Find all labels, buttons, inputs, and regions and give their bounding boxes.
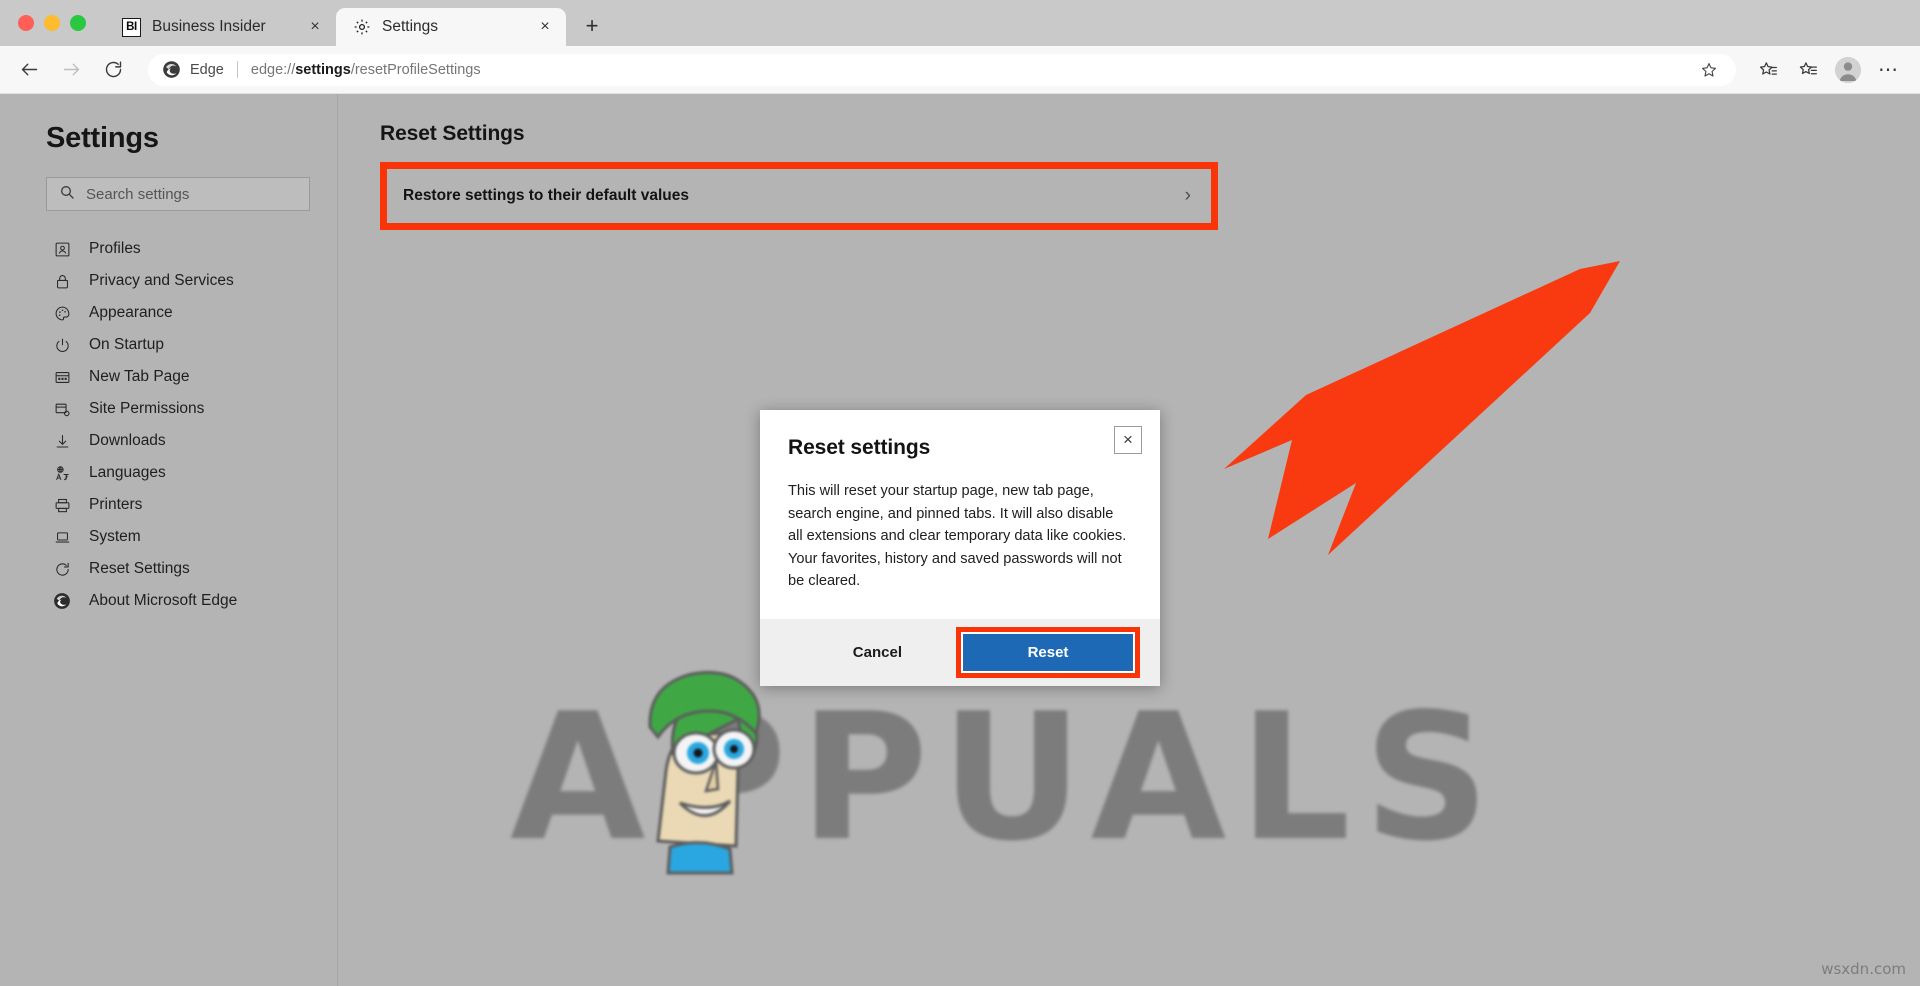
url-prefix: edge:// <box>250 61 296 78</box>
sidebar-title: Settings <box>46 122 159 154</box>
sidebar-item-label: About Microsoft Edge <box>89 592 238 609</box>
sidebar-item-printers[interactable]: Printers <box>0 489 337 521</box>
add-favorite-icon[interactable] <box>1696 57 1722 83</box>
palette-icon <box>52 303 72 323</box>
omnibox-separator <box>236 61 238 78</box>
close-icon[interactable]: × <box>1114 426 1142 454</box>
search-icon <box>59 184 75 205</box>
restore-settings-row[interactable]: Restore settings to their default values… <box>387 169 1211 223</box>
dialog-content: × Reset settings This will reset your st… <box>760 410 1160 619</box>
search-input[interactable] <box>86 185 297 203</box>
printer-icon <box>52 495 72 515</box>
sidebar-item-reset-settings[interactable]: Reset Settings <box>0 553 337 585</box>
profile-card-icon <box>52 239 72 259</box>
tab-strip: BI Business Insider × Settings × + <box>0 0 1920 46</box>
reload-button[interactable] <box>94 51 132 89</box>
sidebar-item-privacy-and-services[interactable]: Privacy and Services <box>0 265 337 297</box>
site-credit-watermark: wsxdn.com <box>1821 960 1906 978</box>
sidebar-item-label: Privacy and Services <box>89 272 234 289</box>
laptop-icon <box>52 527 72 547</box>
sidebar-item-label: Printers <box>89 496 143 513</box>
tab-business-insider[interactable]: BI Business Insider × <box>106 8 336 46</box>
tab-label: Settings <box>382 18 439 35</box>
omnibox-brand-label: Edge <box>190 61 224 78</box>
tab-settings[interactable]: Settings × <box>336 8 566 46</box>
sidebar-item-label: Languages <box>89 464 166 481</box>
business-insider-favicon: BI <box>122 17 141 37</box>
sidebar-item-system[interactable]: System <box>0 521 337 553</box>
restore-settings-highlight: Restore settings to their default values… <box>380 162 1218 230</box>
search-settings-box[interactable] <box>46 177 310 211</box>
reset-button-highlight: Reset <box>956 627 1140 679</box>
browser-toolbar: Edge edge://settings/resetProfileSetting… <box>0 46 1920 94</box>
sidebar-item-profiles[interactable]: Profiles <box>0 233 337 265</box>
sidebar-nav-list: Profiles Privacy and Services Appearance… <box>0 233 337 617</box>
restore-settings-label: Restore settings to their default values <box>403 187 689 204</box>
sidebar-item-languages[interactable]: Languages <box>0 457 337 489</box>
cancel-button[interactable]: Cancel <box>815 635 940 670</box>
power-icon <box>52 335 72 355</box>
url-path: /resetProfileSettings <box>350 61 481 78</box>
collections-icon[interactable] <box>1790 52 1826 88</box>
sidebar-item-on-startup[interactable]: On Startup <box>0 329 337 361</box>
forward-button[interactable] <box>52 51 90 89</box>
download-icon <box>52 431 72 451</box>
languages-icon <box>52 463 72 483</box>
url-domain: settings <box>295 61 351 78</box>
maximize-window-button[interactable] <box>70 15 86 31</box>
avatar <box>1835 56 1861 83</box>
sidebar-item-about-microsoft-edge[interactable]: About Microsoft Edge <box>0 585 337 617</box>
dialog-footer: Cancel Reset <box>760 619 1160 687</box>
sidebar-item-label: On Startup <box>89 336 164 353</box>
sidebar-item-label: Reset Settings <box>89 560 190 577</box>
omnibox-url-text: edge://settings/resetProfileSettings <box>251 62 481 78</box>
dialog-body-text: This will reset your startup page, new t… <box>788 483 1127 590</box>
reset-circular-icon <box>52 559 72 579</box>
sidebar-item-site-permissions[interactable]: Site Permissions <box>0 393 337 425</box>
favorites-star-icon[interactable] <box>1750 52 1786 88</box>
close-window-button[interactable] <box>18 15 34 31</box>
tab-label: Business Insider <box>152 18 266 35</box>
dialog-title: Reset settings <box>788 436 931 459</box>
profile-button[interactable] <box>1830 52 1866 88</box>
sidebar-item-label: System <box>89 528 141 545</box>
gear-icon <box>352 18 371 37</box>
sidebar-item-label: Downloads <box>89 432 166 449</box>
lock-icon <box>52 271 72 291</box>
sidebar-item-label: Appearance <box>89 304 173 321</box>
sidebar-item-appearance[interactable]: Appearance <box>0 297 337 329</box>
edge-logo-icon <box>162 60 181 79</box>
sidebar-item-new-tab-page[interactable]: New Tab Page <box>0 361 337 393</box>
reset-settings-dialog: × Reset settings This will reset your st… <box>760 410 1160 687</box>
new-tab-button[interactable]: + <box>575 9 609 43</box>
newtab-icon <box>52 367 72 387</box>
sidebar-item-downloads[interactable]: Downloads <box>0 425 337 457</box>
sidebar-item-label: Profiles <box>89 240 141 257</box>
settings-sidebar: Settings Search settings Profiles Privac… <box>0 94 338 986</box>
reset-button[interactable]: Reset <box>963 634 1133 672</box>
more-options-button[interactable]: ⋯ <box>1870 52 1906 88</box>
close-tab-icon[interactable]: × <box>304 16 326 38</box>
back-button[interactable] <box>10 51 48 89</box>
sidebar-item-label: Site Permissions <box>89 400 205 417</box>
close-tab-icon[interactable]: × <box>534 16 556 38</box>
address-bar[interactable]: Edge edge://settings/resetProfileSetting… <box>148 53 1736 86</box>
page-title: Reset Settings <box>380 122 525 145</box>
chevron-right-icon: › <box>1184 185 1191 206</box>
window-controls <box>18 0 106 46</box>
edge-logo-icon <box>52 591 72 611</box>
favicon-text: BI <box>122 17 141 37</box>
minimize-window-button[interactable] <box>44 15 60 31</box>
sidebar-item-label: New Tab Page <box>89 368 190 385</box>
permissions-icon <box>52 399 72 419</box>
